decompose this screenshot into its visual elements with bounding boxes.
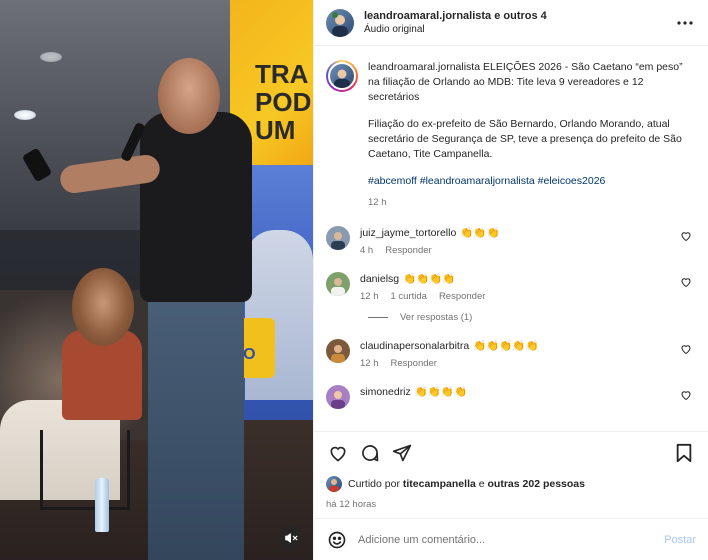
reply-button[interactable]: Responder xyxy=(385,245,431,256)
liker-username[interactable]: titecampanella xyxy=(403,478,476,490)
comment-time: 4 h xyxy=(360,245,374,256)
author-username[interactable]: leandroamaral.jornalista e outros 4 xyxy=(364,10,674,22)
speaker-legs xyxy=(148,290,244,560)
caption-paragraph: Filiação do ex-prefeito de São Bernardo,… xyxy=(368,118,682,160)
banner-text: TRAPODEUM xyxy=(255,59,313,145)
commenter-avatar[interactable] xyxy=(326,226,350,250)
caption-hashtags[interactable]: #abcemoff #leandroamaraljornalista #elei… xyxy=(368,174,696,189)
speaker xyxy=(140,112,252,302)
speaker-muted-icon[interactable] xyxy=(279,526,303,550)
comment-time: 12 h xyxy=(360,358,379,369)
comment-text: 👏👏👏👏 xyxy=(414,386,468,398)
reply-button[interactable]: Responder xyxy=(391,358,437,369)
comment-time: 12 h xyxy=(360,291,379,302)
likes-summary: Curtido por titecampanella e outras 202 … xyxy=(314,473,708,495)
more-horizontal-icon[interactable] xyxy=(674,12,696,34)
comment-item: claudinapersonalarbitra 👏👏👏👏👏 12 h Respond… xyxy=(326,339,696,369)
chair xyxy=(40,430,130,510)
share-icon[interactable] xyxy=(390,441,414,465)
likes-prefix: Curtido por xyxy=(348,478,400,490)
heart-icon[interactable] xyxy=(680,389,692,401)
heart-icon[interactable] xyxy=(680,343,692,355)
ceiling-light xyxy=(14,110,36,120)
replies-divider xyxy=(368,317,388,318)
post-panel: leandroamaral.jornalista e outros 4 Áudi… xyxy=(313,0,708,560)
add-comment-bar: Postar xyxy=(314,518,708,560)
likes-middle: e xyxy=(478,478,485,490)
comment-username[interactable]: claudinapersonalarbitra xyxy=(360,340,469,352)
comment-likes[interactable]: 1 curtida xyxy=(391,291,427,302)
comment-username[interactable]: juiz_jayme_tortorello xyxy=(360,227,456,239)
post-timestamp[interactable]: há 12 horas xyxy=(314,495,708,518)
view-replies-button[interactable]: Ver respostas (1) xyxy=(368,312,696,323)
comment-item: danielsg 👏👏👏👏 12 h 1 curtida Responder xyxy=(326,272,696,302)
comment-text: 👏👏👏👏👏 xyxy=(473,340,539,352)
seated-woman-head xyxy=(72,268,134,346)
audio-label[interactable]: Áudio original xyxy=(364,24,674,35)
post-media[interactable]: TRAPODEUM DONDO xyxy=(0,0,313,560)
author-avatar[interactable] xyxy=(326,8,354,37)
view-replies-label: Ver respostas (1) xyxy=(400,312,473,323)
commenter-avatar[interactable] xyxy=(326,272,350,296)
action-bar xyxy=(314,431,708,473)
comment-username[interactable]: simonedriz xyxy=(360,386,411,398)
heart-icon[interactable] xyxy=(680,276,692,288)
caption-avatar[interactable] xyxy=(326,60,358,92)
comment-text: 👏👏👏👏 xyxy=(403,273,456,285)
comment-username[interactable]: danielsg xyxy=(360,273,399,285)
comment-item: simonedriz 👏👏👏👏 xyxy=(326,385,696,409)
comment-input[interactable] xyxy=(358,533,665,546)
comment-text: 👏👏👏 xyxy=(460,227,500,239)
reply-button[interactable]: Responder xyxy=(439,291,485,302)
liker-avatar[interactable] xyxy=(326,476,342,492)
caption-time: 12 h xyxy=(368,197,387,208)
speaker-head xyxy=(158,58,220,134)
post-caption: leandroamaral.jornalista ELEIÇÕES 2026 -… xyxy=(326,60,696,210)
commenter-avatar[interactable] xyxy=(326,385,350,409)
comment-icon[interactable] xyxy=(358,441,382,465)
post-header: leandroamaral.jornalista e outros 4 Áudi… xyxy=(314,0,708,46)
caption-username[interactable]: leandroamaral.jornalista xyxy=(368,61,480,73)
heart-icon[interactable] xyxy=(326,441,350,465)
post-comment-button[interactable]: Postar xyxy=(664,534,696,546)
emoji-icon[interactable] xyxy=(326,529,348,551)
comment-item: juiz_jayme_tortorello 👏👏👏 4 h Responder xyxy=(326,226,696,256)
heart-icon[interactable] xyxy=(680,230,692,242)
likes-others[interactable]: outras 202 pessoas xyxy=(488,478,585,490)
bookmark-icon[interactable] xyxy=(672,441,696,465)
comments-list[interactable]: leandroamaral.jornalista ELEIÇÕES 2026 -… xyxy=(314,46,708,431)
ceiling-light xyxy=(40,52,62,62)
commenter-avatar[interactable] xyxy=(326,339,350,363)
water-bottle xyxy=(95,478,109,532)
